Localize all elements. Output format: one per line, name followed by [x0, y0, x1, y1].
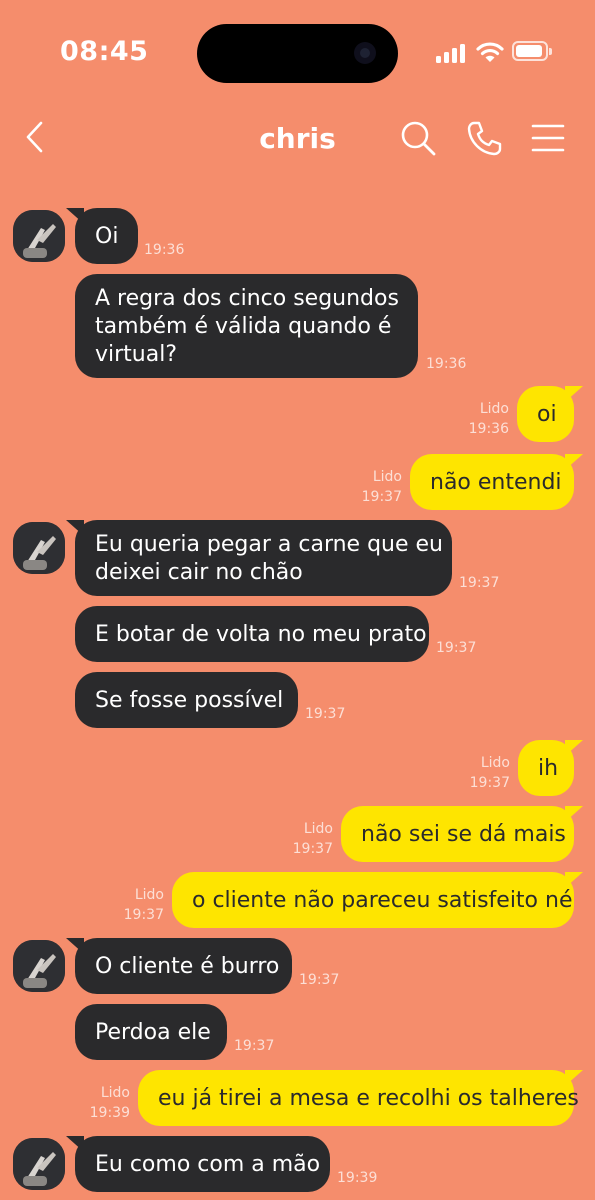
bubble-tail	[565, 740, 583, 756]
phone-call-icon[interactable]	[464, 118, 504, 158]
message-text: Se fosse possível	[95, 688, 284, 713]
cellular-signal-icon	[436, 41, 470, 63]
bubble-tail	[565, 872, 583, 888]
incoming-message[interactable]: Se fosse possível	[75, 672, 298, 728]
read-receipt: Lido	[479, 401, 509, 417]
incoming-message[interactable]: Eu queria pegar a carne que eu deixei ca…	[66, 520, 452, 596]
search-icon[interactable]	[398, 118, 438, 158]
avatar[interactable]	[13, 522, 65, 574]
outgoing-message[interactable]: não sei se dá mais	[341, 806, 583, 862]
message-time: 19:36	[144, 242, 185, 258]
chat-title[interactable]: chris	[0, 122, 595, 155]
message-time: 19:36	[426, 356, 467, 372]
message-text: não entendi	[430, 470, 562, 495]
incoming-message[interactable]: E botar de volta no meu prato	[75, 606, 429, 662]
message-time: 19:37	[292, 841, 333, 857]
front-camera	[354, 42, 376, 64]
message-time: 19:37	[123, 907, 164, 923]
message-text: E botar de volta no meu prato	[95, 622, 427, 647]
incoming-message[interactable]: Perdoa ele	[75, 1004, 227, 1060]
message-text-line: Eu queria pegar a carne que eu	[95, 532, 443, 557]
battery-icon	[512, 41, 552, 61]
message-text: ih	[538, 756, 559, 781]
read-receipt: Lido	[100, 1085, 130, 1101]
message-time: 19:39	[337, 1170, 378, 1186]
bubble-tail	[565, 806, 583, 822]
message-time: 19:37	[436, 640, 477, 656]
avatar[interactable]	[13, 1138, 65, 1190]
bubble-tail	[565, 386, 583, 402]
message-time: 19:39	[89, 1105, 130, 1121]
chat-header: chris	[0, 100, 595, 176]
message-time: 19:37	[305, 706, 346, 722]
message-text: O cliente é burro	[95, 954, 280, 979]
read-receipt: Lido	[134, 887, 164, 903]
bubble-tail	[565, 1070, 583, 1086]
message-time: 19:37	[299, 972, 340, 988]
read-receipt: Lido	[480, 755, 510, 771]
dynamic-island	[197, 24, 398, 83]
avatar[interactable]	[13, 940, 65, 992]
incoming-message[interactable]: O cliente é burro	[66, 938, 292, 994]
incoming-message[interactable]: Oi	[66, 208, 138, 264]
message-text: Perdoa ele	[95, 1020, 211, 1045]
wifi-icon	[476, 42, 504, 62]
message-text: Oi	[95, 224, 119, 249]
outgoing-message[interactable]: ih	[518, 740, 583, 796]
outgoing-message[interactable]: o cliente não pareceu satisfeito né	[172, 872, 583, 928]
menu-icon[interactable]	[528, 118, 568, 158]
bubble-tail	[565, 454, 583, 470]
message-time: 19:37	[361, 489, 402, 505]
message-text-line: deixei cair no chão	[95, 560, 303, 585]
incoming-message[interactable]: A regra dos cinco segundos também é váli…	[75, 274, 418, 378]
bubble-tail	[66, 1136, 84, 1152]
message-text: oi	[537, 402, 557, 427]
message-text: Eu como com a mão	[95, 1152, 321, 1177]
read-receipt: Lido	[303, 821, 333, 837]
message-text-line: virtual?	[95, 342, 178, 367]
message-text: eu já tirei a mesa e recolhi os talheres	[158, 1086, 579, 1111]
avatar[interactable]	[13, 210, 65, 262]
bubble-tail	[66, 520, 84, 536]
outgoing-message[interactable]: eu já tirei a mesa e recolhi os talheres	[138, 1070, 583, 1126]
message-text-line: A regra dos cinco segundos	[95, 286, 399, 311]
status-bar: 08:45	[0, 0, 595, 100]
message-text-line: também é válida quando é	[95, 314, 392, 339]
read-receipt: Lido	[372, 469, 402, 485]
message-time: 19:37	[469, 775, 510, 791]
bubble-tail	[66, 208, 84, 224]
incoming-message[interactable]: Eu como com a mão	[66, 1136, 330, 1192]
message-text: não sei se dá mais	[361, 822, 566, 847]
status-time: 08:45	[60, 36, 149, 67]
outgoing-message[interactable]: oi	[517, 386, 583, 442]
message-time: 19:36	[468, 421, 509, 437]
bubble-tail	[66, 938, 84, 954]
message-text: o cliente não pareceu satisfeito né	[192, 888, 573, 913]
message-time: 19:37	[459, 575, 500, 591]
message-time: 19:37	[234, 1038, 275, 1054]
outgoing-message[interactable]: não entendi	[410, 454, 583, 510]
